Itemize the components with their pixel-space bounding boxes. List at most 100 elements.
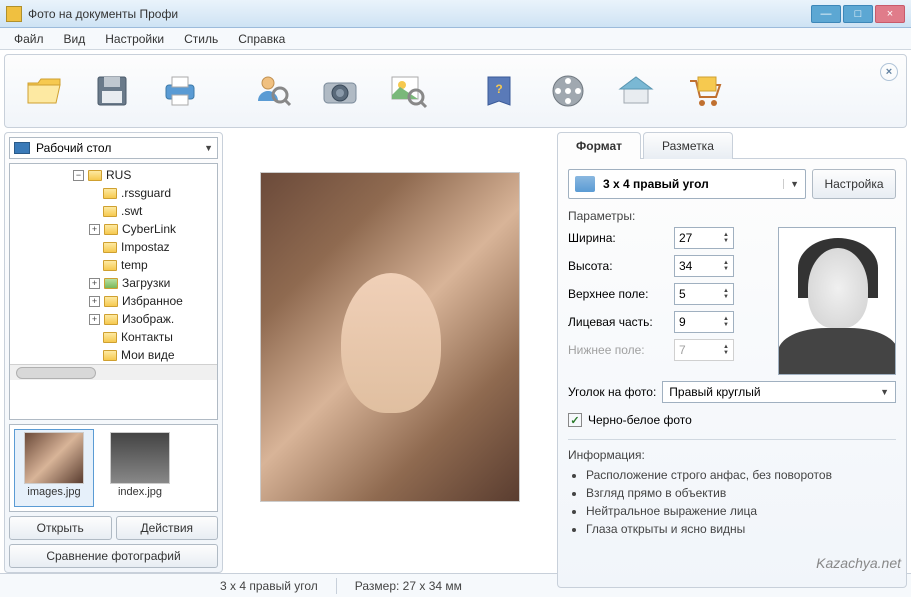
tree-expand-icon[interactable]: + [89,224,100,235]
format-combo[interactable]: 3 x 4 правый угол ▼ [568,169,806,199]
spinner-arrows-icon[interactable]: ▲▼ [723,316,729,328]
height-spinner[interactable]: 34▲▼ [674,255,734,277]
chevron-down-icon: ▼ [783,179,799,189]
configure-button[interactable]: Настройка [812,169,896,199]
thumbnail-label: images.jpg [27,486,80,498]
toolbar-home[interactable] [605,61,667,121]
menu-help[interactable]: Справка [230,30,293,48]
thumbnail-item[interactable]: images.jpg [14,429,94,507]
face-spinner[interactable]: 9▲▼ [674,311,734,333]
chevron-down-icon: ▼ [880,387,889,397]
spinner-arrows-icon[interactable]: ▲▼ [723,288,729,300]
folder-open-icon [22,69,66,113]
location-combo[interactable]: Рабочий стол ▼ [9,137,218,159]
menu-style[interactable]: Стиль [176,30,226,48]
toolbar-detect[interactable] [241,61,303,121]
top-spinner[interactable]: 5▲▼ [674,283,734,305]
tab-format[interactable]: Формат [557,132,641,159]
param-label: Лицевая часть: [568,315,674,329]
bottom-spinner: 7▲▼ [674,339,734,361]
thumbnail-label: index.jpg [118,486,162,498]
toolbar-collapse-icon[interactable]: × [880,63,898,81]
toolbar-retouch[interactable] [377,61,439,121]
horizontal-scrollbar[interactable] [10,364,217,380]
format-preview [778,227,896,375]
toolbar-help[interactable]: ? [469,61,531,121]
toolbar-open[interactable] [13,61,75,121]
toolbar-save[interactable] [81,61,143,121]
tree-item[interactable]: CyberLink [122,222,176,236]
settings-panel: Формат Разметка 3 x 4 правый угол ▼ Наст… [557,132,907,573]
location-label: Рабочий стол [36,141,111,155]
status-size: Размер: 27 x 34 мм [355,579,462,593]
tab-layout[interactable]: Разметка [643,132,733,159]
toolbar-camera[interactable] [309,61,371,121]
menu-file[interactable]: Файл [6,30,52,48]
info-item: Глаза открыты и ясно видны [586,520,896,538]
spinner-arrows-icon[interactable]: ▲▼ [723,232,729,244]
main-photo[interactable] [260,172,520,502]
tree-item[interactable]: Контакты [121,330,173,344]
tree-item[interactable]: RUS [106,168,131,182]
tree-item[interactable]: Избранное [122,294,183,308]
bw-checkbox[interactable]: ✓ [568,413,582,427]
toolbar: ? × [4,54,907,128]
window-title: Фото на документы Профи [28,7,811,21]
open-button[interactable]: Открыть [9,516,112,540]
param-label: Нижнее поле: [568,343,674,357]
toolbar-film[interactable] [537,61,599,121]
format-icon [575,176,595,192]
menu-view[interactable]: Вид [56,30,94,48]
corner-select[interactable]: Правый круглый▼ [662,381,896,403]
compare-button[interactable]: Сравнение фотографий [9,544,218,568]
minimize-button[interactable]: — [811,5,841,23]
bw-label: Черно-белое фото [588,413,692,427]
folder-icon [103,242,117,253]
maximize-button[interactable]: □ [843,5,873,23]
toolbar-cart[interactable] [673,61,735,121]
tree-item[interactable]: .swt [121,204,142,218]
watermark: Kazachya.net [816,555,901,571]
photo-magnify-icon [386,69,430,113]
thumbnail-item[interactable]: index.jpg [100,429,180,507]
folder-icon [88,170,102,181]
folder-icon [103,188,117,199]
width-spinner[interactable]: 27▲▼ [674,227,734,249]
tree-item[interactable]: temp [121,258,148,272]
close-button[interactable]: × [875,5,905,23]
tree-collapse-icon[interactable]: − [73,170,84,181]
actions-button[interactable]: Действия [116,516,219,540]
tree-item[interactable]: Изображ. [122,312,174,326]
spinner-arrows-icon[interactable]: ▲▼ [723,260,729,272]
status-format: 3 x 4 правый угол [220,579,318,593]
person-search-icon [250,69,294,113]
corner-label: Уголок на фото: [568,385,656,399]
cart-icon [682,69,726,113]
folder-tree[interactable]: −RUS .rssguard .swt +CyberLink Impostaz … [9,163,218,420]
spinner-arrows-icon: ▲▼ [723,344,729,356]
scroll-thumb[interactable] [16,367,96,379]
format-name: 3 x 4 правый угол [603,177,709,191]
camera-icon [318,69,362,113]
tabset: Формат Разметка [557,132,907,159]
param-label: Высота: [568,259,674,273]
tree-item[interactable]: Impostaz [121,240,170,254]
menubar: Файл Вид Настройки Стиль Справка [0,28,911,50]
window-controls: — □ × [811,5,905,23]
print-icon [158,69,202,113]
menu-settings[interactable]: Настройки [97,30,172,48]
info-item: Расположение строго анфас, без поворотов [586,466,896,484]
folder-icon [103,332,117,343]
tree-expand-icon[interactable]: + [89,296,100,307]
tree-item[interactable]: .rssguard [121,186,171,200]
toolbar-print[interactable] [149,61,211,121]
home-icon [614,69,658,113]
tree-item[interactable]: Загрузки [122,276,170,290]
tree-expand-icon[interactable]: + [89,314,100,325]
tree-expand-icon[interactable]: + [89,278,100,289]
folder-icon [104,314,118,325]
param-label: Верхнее поле: [568,287,674,301]
file-browser-panel: Рабочий стол ▼ − RUS .rssguard .swt + Cybe… [4,132,223,573]
tree-item[interactable]: Мои виде [121,348,175,362]
folder-icon [104,224,118,235]
